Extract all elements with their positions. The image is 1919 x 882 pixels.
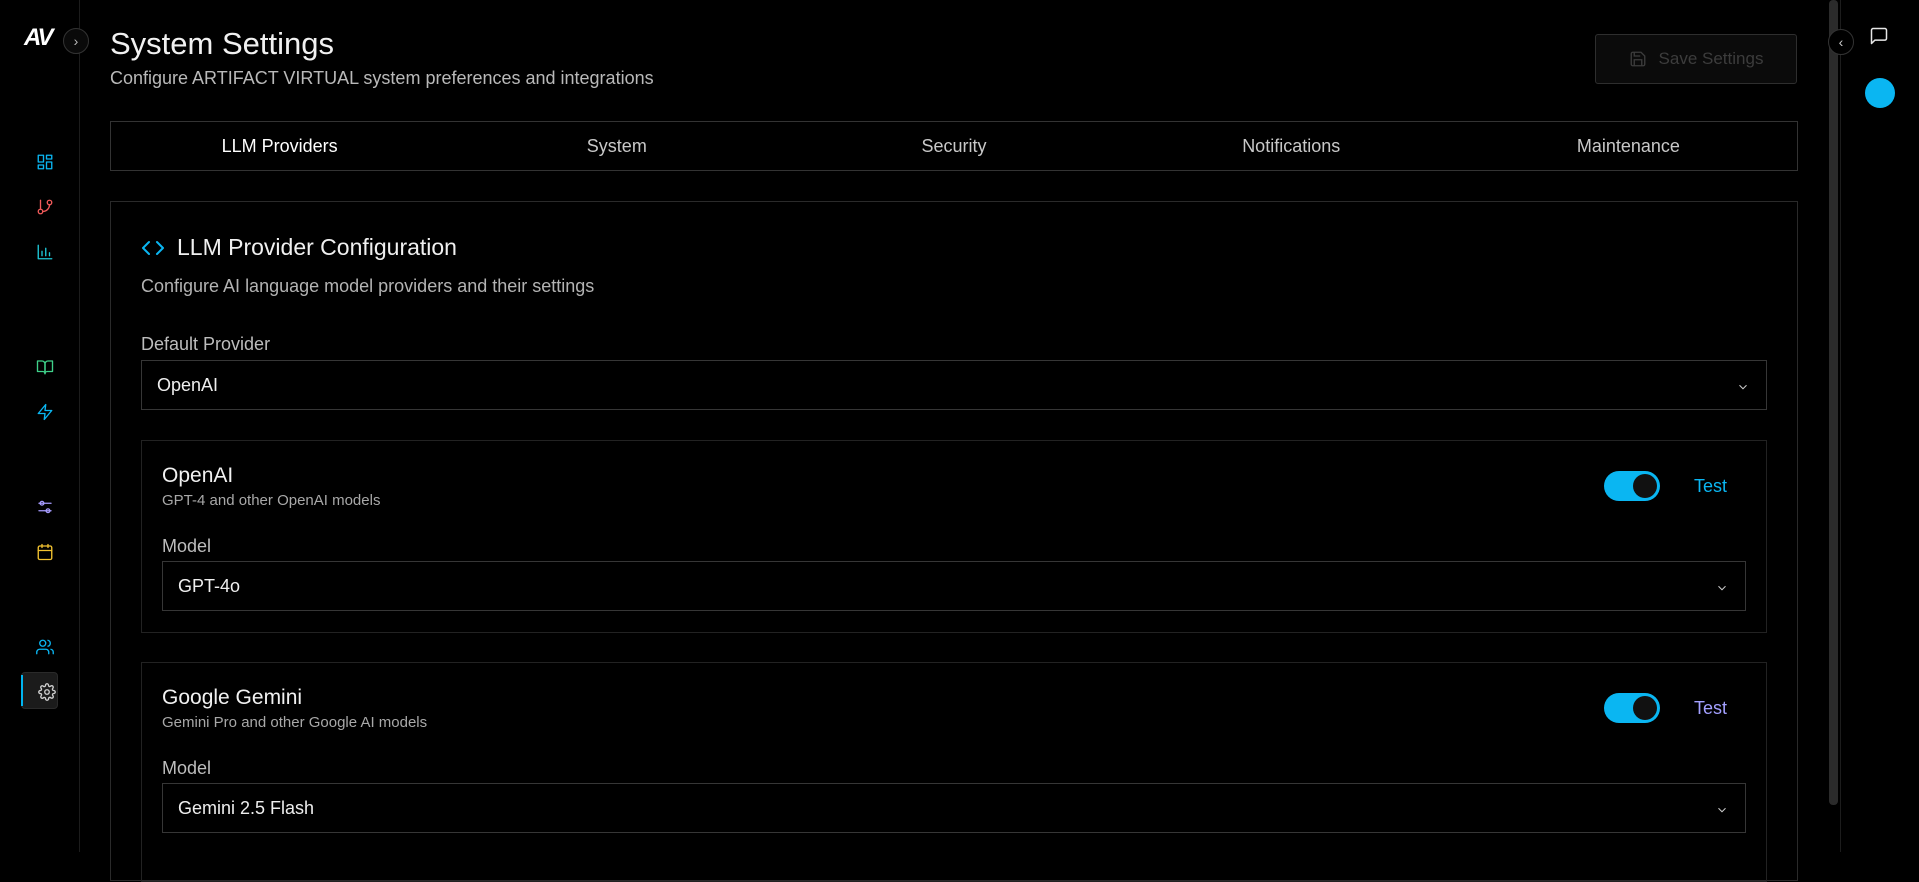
provider-card-gemini <box>141 662 1767 882</box>
sidebar-item-settings[interactable] <box>36 681 58 703</box>
sidebar-item-actions[interactable] <box>34 401 56 423</box>
provider-enabled-toggle[interactable] <box>1604 693 1660 723</box>
save-settings-label: Save Settings <box>1658 49 1764 68</box>
llm-config-subtitle: Configure AI language model providers an… <box>141 276 595 296</box>
provider-name: OpenAI <box>162 464 234 487</box>
tab-system[interactable]: System <box>448 122 785 170</box>
tab-llm-providers[interactable]: LLM Providers <box>111 122 448 170</box>
sidebar-item-controls[interactable] <box>34 496 56 518</box>
right-sidebar <box>1840 0 1919 852</box>
test-provider-link[interactable]: Test <box>1694 476 1727 497</box>
tab-security[interactable]: Security <box>785 122 1122 170</box>
book-open-icon <box>36 360 54 375</box>
tab-maintenance[interactable]: Maintenance <box>1460 122 1797 170</box>
chevron-down-icon <box>1736 378 1750 392</box>
sidebar-item-workflows[interactable] <box>34 196 56 218</box>
model-label: Model <box>162 536 212 556</box>
sliders-icon <box>38 500 52 514</box>
toggle-knob <box>1633 696 1657 720</box>
settings-tabs: LLM Providers System Security Notificati… <box>110 121 1798 171</box>
bar-chart-icon <box>37 244 53 260</box>
sidebar-collapse-button[interactable]: › <box>63 28 89 54</box>
provider-enabled-toggle[interactable] <box>1604 471 1660 501</box>
test-provider-link[interactable]: Test <box>1694 698 1727 719</box>
calendar-icon <box>37 543 53 561</box>
gear-icon <box>38 683 56 701</box>
main-scrollbar[interactable] <box>1829 0 1838 805</box>
status-indicator-dot[interactable] <box>1865 78 1895 108</box>
sidebar-item-docs[interactable] <box>34 356 56 378</box>
save-icon <box>1630 51 1645 67</box>
model-select[interactable]: Gemini 2.5 Flash <box>162 783 1746 833</box>
app-logo[interactable]: AV <box>24 24 54 52</box>
left-sidebar <box>0 0 80 852</box>
model-label: Model <box>162 758 212 778</box>
right-panel-toggle-button[interactable]: ‹ <box>1828 29 1854 55</box>
sidebar-item-dashboard[interactable] <box>34 151 56 173</box>
code-icon <box>142 240 164 255</box>
model-select[interactable]: GPT-4o <box>162 561 1746 611</box>
save-settings-button[interactable]: Save Settings <box>1595 34 1797 84</box>
chat-icon[interactable] <box>1869 26 1889 46</box>
provider-description: Gemini Pro and other Google AI models <box>162 714 428 731</box>
provider-description: GPT-4 and other OpenAI models <box>162 492 381 509</box>
git-branch-icon <box>37 199 53 215</box>
default-provider-label: Default Provider <box>141 334 271 354</box>
page-subtitle: Configure ARTIFACT VIRTUAL system prefer… <box>110 68 654 88</box>
llm-config-heading: LLM Provider Configuration <box>141 234 457 261</box>
toggle-knob <box>1633 474 1657 498</box>
sidebar-item-analytics[interactable] <box>34 241 56 263</box>
tab-notifications[interactable]: Notifications <box>1123 122 1460 170</box>
chevron-down-icon <box>1715 801 1729 815</box>
llm-config-title: LLM Provider Configuration <box>177 234 457 260</box>
chevron-down-icon <box>1715 579 1729 593</box>
model-value: Gemini 2.5 Flash <box>178 797 315 818</box>
zap-icon <box>37 403 53 421</box>
default-provider-value: OpenAI <box>157 374 219 395</box>
sidebar-item-users[interactable] <box>34 636 56 658</box>
model-value: GPT-4o <box>178 575 241 596</box>
default-provider-select[interactable]: OpenAI <box>141 360 1767 410</box>
sidebar-item-calendar[interactable] <box>34 541 56 563</box>
users-icon <box>36 639 54 655</box>
page-title: System Settings <box>110 26 334 61</box>
grid-icon <box>37 154 53 170</box>
provider-name: Google Gemini <box>162 686 303 709</box>
